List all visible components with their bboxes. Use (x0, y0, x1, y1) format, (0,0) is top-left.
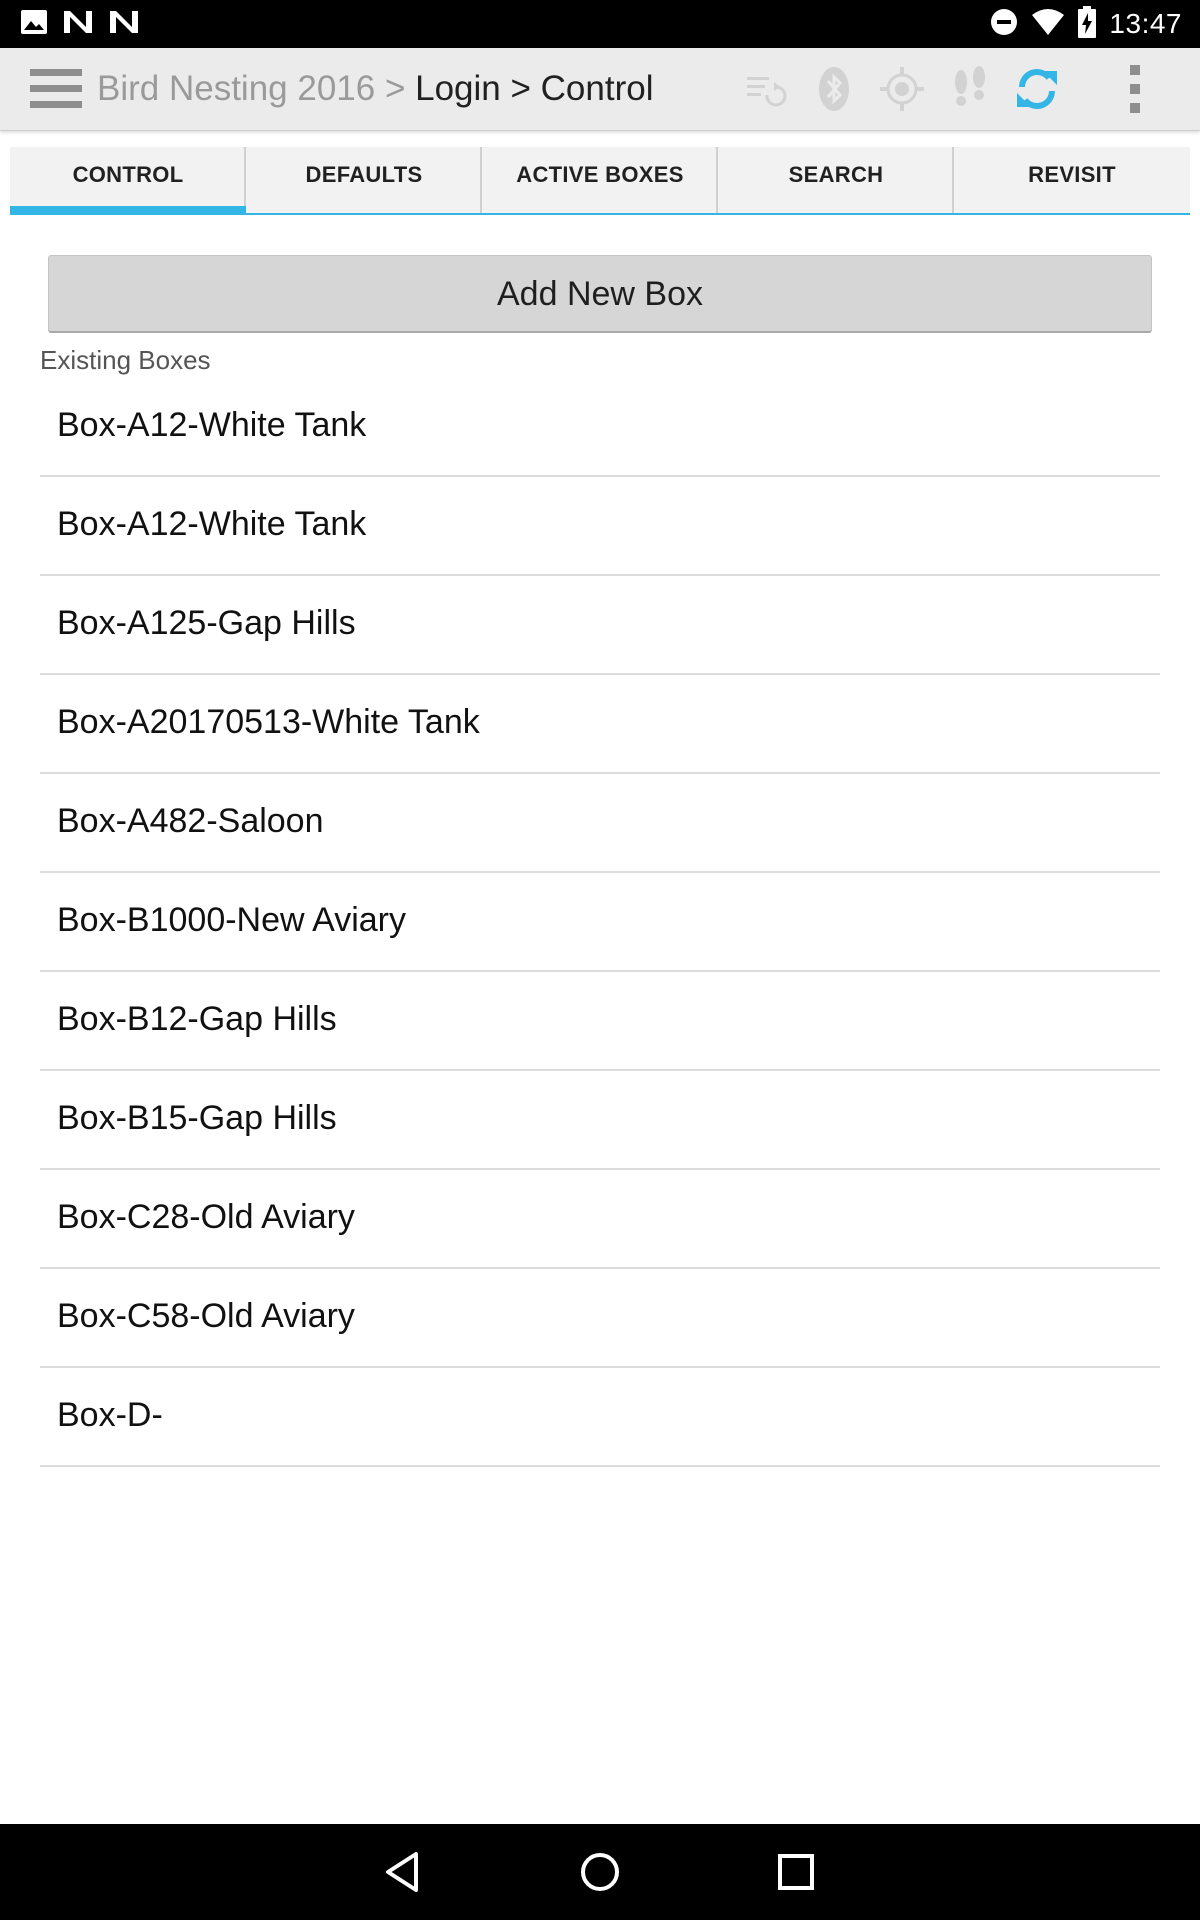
existing-boxes-list: Box-A12-White Tank Box-A12-White Tank Bo… (40, 378, 1160, 1467)
box-list-item[interactable]: Box-B15-Gap Hills (40, 1071, 1160, 1170)
box-list-item[interactable]: Box-C58-Old Aviary (40, 1269, 1160, 1368)
breadcrumb: Bird Nesting 2016 > Login > Control (97, 48, 653, 130)
box-list-item[interactable]: Box-B1000-New Aviary (40, 873, 1160, 972)
image-icon (20, 9, 48, 40)
tab-label: REVISIT (1028, 162, 1116, 187)
breadcrumb-separator: > (500, 69, 541, 108)
gps-target-icon[interactable] (878, 65, 926, 113)
recents-icon[interactable] (772, 1848, 820, 1896)
breadcrumb-project[interactable]: Bird Nesting 2016 (97, 69, 375, 108)
add-new-box-button[interactable]: Add New Box (48, 255, 1152, 333)
refresh-icon[interactable] (1013, 65, 1061, 113)
sync-list-icon[interactable] (741, 65, 789, 113)
box-list-item[interactable]: Box-A12-White Tank (40, 477, 1160, 576)
box-list-item[interactable]: Box-B12-Gap Hills (40, 972, 1160, 1071)
tab-bar: CONTROL DEFAULTS ACTIVE BOXES SEARCH REV… (10, 147, 1190, 215)
box-list-item[interactable]: Box-A125-Gap Hills (40, 576, 1160, 675)
box-list-item[interactable]: Box-A20170513-White Tank (40, 675, 1160, 774)
tab-indicator (10, 206, 246, 215)
status-bar: 13:47 (0, 0, 1200, 48)
tab-label: CONTROL (72, 162, 184, 187)
breadcrumb-separator: > (375, 69, 416, 108)
menu-icon[interactable] (30, 69, 82, 109)
tab-revisit[interactable]: REVISIT (954, 147, 1190, 215)
tab-label: ACTIVE BOXES (516, 162, 684, 187)
n-notification-icon (108, 9, 140, 40)
bluetooth-icon[interactable] (810, 65, 858, 113)
wifi-icon (1031, 8, 1065, 41)
box-list-item[interactable]: Box-C28-Old Aviary (40, 1170, 1160, 1269)
navigation-bar (0, 1824, 1200, 1920)
do-not-disturb-icon (989, 7, 1019, 42)
tab-active-boxes[interactable]: ACTIVE BOXES (482, 147, 718, 215)
back-icon[interactable] (380, 1848, 428, 1896)
tab-label: DEFAULTS (305, 162, 423, 187)
status-notifications (20, 8, 140, 40)
breadcrumb-login[interactable]: Login (415, 69, 501, 108)
existing-boxes-label: Existing Boxes (40, 345, 211, 375)
battery-charging-icon (1077, 5, 1097, 43)
tab-search[interactable]: SEARCH (718, 147, 954, 215)
box-list-item[interactable]: Box-D- (40, 1368, 1160, 1467)
status-time: 13:47 (1109, 8, 1182, 39)
tab-defaults[interactable]: DEFAULTS (246, 147, 482, 215)
footsteps-icon[interactable] (946, 65, 994, 113)
tab-label: SEARCH (788, 162, 884, 187)
overflow-menu-icon[interactable] (1111, 65, 1159, 113)
box-list-item[interactable]: Box-A482-Saloon (40, 774, 1160, 873)
box-list-item[interactable]: Box-A12-White Tank (40, 378, 1160, 477)
home-icon[interactable] (576, 1848, 624, 1896)
breadcrumb-current: Control (540, 69, 654, 108)
control-panel: Add New Box Existing Boxes Box-A12-White… (10, 215, 1190, 1825)
n-notification-icon (62, 9, 94, 40)
action-bar: Bird Nesting 2016 > Login > Control (0, 48, 1200, 131)
status-system: 13:47 (989, 5, 1182, 43)
tab-control[interactable]: CONTROL (10, 147, 246, 215)
